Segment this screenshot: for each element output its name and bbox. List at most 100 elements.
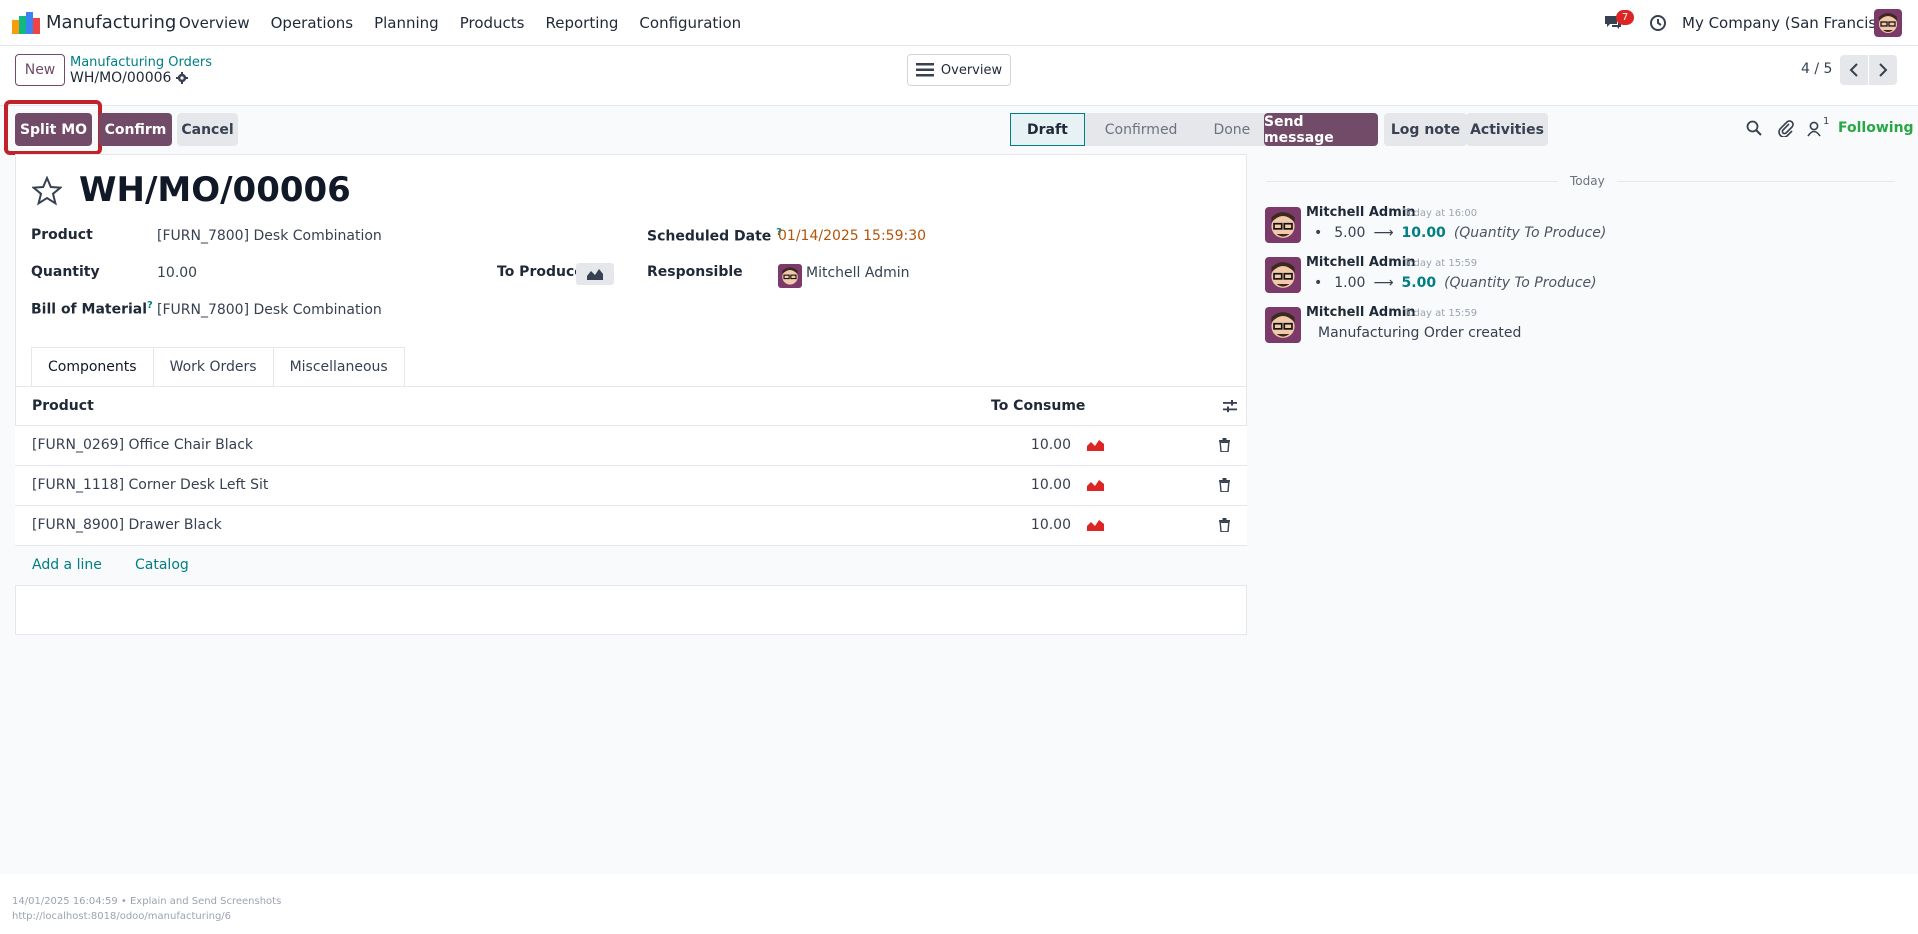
bullet: • bbox=[1314, 225, 1323, 241]
tab-work-orders[interactable]: Work Orders bbox=[152, 347, 274, 386]
gear-icon[interactable] bbox=[176, 72, 189, 84]
scheduled-date-label: Scheduled Date ? bbox=[647, 227, 782, 245]
footer: 14/01/2025 16:04:59 • Explain and Send S… bbox=[0, 874, 1918, 934]
activities-button[interactable]: Activities bbox=[1466, 113, 1548, 146]
avatar[interactable] bbox=[1265, 257, 1301, 293]
table-row[interactable]: [FURN_8900] Drawer Black 10.00 bbox=[15, 506, 1247, 546]
clock-icon[interactable] bbox=[1649, 14, 1667, 32]
component-qty[interactable]: 10.00 bbox=[1023, 517, 1071, 533]
column-to-consume[interactable]: To Consume bbox=[991, 398, 1085, 414]
component-qty[interactable]: 10.00 bbox=[1023, 477, 1071, 493]
hamburger-icon bbox=[915, 63, 934, 77]
tracked-field: (Quantity To Produce) bbox=[1453, 225, 1607, 241]
overview-label: Overview bbox=[940, 62, 1003, 78]
avatar[interactable] bbox=[1265, 207, 1301, 243]
menu-configuration[interactable]: Configuration bbox=[639, 14, 741, 32]
catalog-link[interactable]: Catalog bbox=[135, 557, 189, 573]
avatar[interactable] bbox=[1265, 307, 1301, 343]
message-author[interactable]: Mitchell Admin bbox=[1306, 205, 1415, 220]
component-qty[interactable]: 10.00 bbox=[1023, 437, 1071, 453]
user-avatar[interactable] bbox=[1874, 9, 1902, 37]
tab-miscellaneous[interactable]: Miscellaneous bbox=[272, 347, 405, 386]
tab-components[interactable]: Components bbox=[31, 347, 154, 386]
trash-icon[interactable] bbox=[1218, 518, 1231, 532]
breadcrumb-manufacturing-orders[interactable]: Manufacturing Orders bbox=[70, 55, 212, 70]
forecast-chart-icon[interactable] bbox=[1087, 439, 1104, 451]
menu-planning[interactable]: Planning bbox=[374, 14, 439, 32]
bom-value[interactable]: [FURN_7800] Desk Combination bbox=[157, 302, 382, 318]
control-panel: New Manufacturing Orders WH/MO/00006 Ove… bbox=[0, 46, 1918, 106]
stage-done[interactable]: Done bbox=[1193, 113, 1267, 146]
column-product[interactable]: Product bbox=[32, 398, 94, 414]
to-produce-label: To Produce bbox=[497, 264, 584, 280]
pager-next-button[interactable] bbox=[1869, 55, 1897, 85]
pager-previous-button[interactable] bbox=[1840, 55, 1868, 85]
new-value: 10.00 bbox=[1401, 225, 1446, 241]
stage-draft[interactable]: Draft bbox=[1010, 113, 1085, 146]
help-icon[interactable]: ? bbox=[147, 300, 153, 311]
top-navbar: Manufacturing Overview Operations Planni… bbox=[0, 0, 1918, 46]
trash-icon[interactable] bbox=[1218, 478, 1231, 492]
pager-value[interactable]: 4 / 5 bbox=[1801, 61, 1832, 77]
component-product[interactable]: [FURN_1118] Corner Desk Left Sit bbox=[32, 477, 268, 493]
message-time: Today at 15:59 bbox=[1403, 258, 1478, 269]
forecast-chart-icon[interactable] bbox=[1087, 479, 1104, 491]
forecast-chart-icon[interactable] bbox=[1087, 519, 1104, 531]
message-time: Today at 15:59 bbox=[1403, 308, 1478, 319]
message-author[interactable]: Mitchell Admin bbox=[1306, 255, 1415, 270]
notification-badge: 7 bbox=[1616, 10, 1634, 25]
forecast-chart-button[interactable] bbox=[576, 263, 614, 285]
old-value: 1.00 bbox=[1334, 275, 1366, 291]
quantity-label: Quantity bbox=[31, 264, 100, 280]
search-icon[interactable] bbox=[1746, 120, 1762, 136]
menu-products[interactable]: Products bbox=[460, 14, 525, 32]
paperclip-icon[interactable] bbox=[1778, 119, 1794, 137]
trash-icon[interactable] bbox=[1218, 438, 1231, 452]
component-product[interactable]: [FURN_0269] Office Chair Black bbox=[32, 437, 253, 453]
menu-overview[interactable]: Overview bbox=[179, 14, 250, 32]
bullet: • bbox=[1314, 275, 1323, 291]
breadcrumb-current: WH/MO/00006 bbox=[70, 70, 189, 86]
table-row[interactable]: [FURN_1118] Corner Desk Left Sit 10.00 bbox=[15, 466, 1247, 506]
company-switcher[interactable]: My Company (San Francisco) bbox=[1682, 14, 1899, 32]
message-body: Manufacturing Order created bbox=[1318, 325, 1522, 341]
table-header: Product To Consume bbox=[15, 387, 1247, 426]
menu-reporting[interactable]: Reporting bbox=[546, 14, 619, 32]
responsible-value[interactable]: Mitchell Admin bbox=[806, 265, 910, 281]
add-line-row: Add a line Catalog bbox=[15, 546, 1247, 586]
quantity-value[interactable]: 10.00 bbox=[157, 265, 197, 281]
product-value[interactable]: [FURN_7800] Desk Combination bbox=[157, 228, 382, 244]
bom-label: Bill of Material? bbox=[31, 300, 153, 318]
main-menu: Overview Operations Planning Products Re… bbox=[179, 0, 762, 46]
area-chart-icon bbox=[587, 269, 603, 280]
cancel-button[interactable]: Cancel bbox=[177, 113, 238, 146]
tracking-change: • 1.00 ⟶ 5.00 (Quantity To Produce) bbox=[1314, 275, 1597, 291]
following-button[interactable]: Following bbox=[1838, 120, 1914, 136]
follower-icon[interactable] bbox=[1807, 121, 1821, 137]
message-author[interactable]: Mitchell Admin bbox=[1306, 305, 1415, 320]
menu-operations[interactable]: Operations bbox=[271, 14, 353, 32]
add-line-link[interactable]: Add a line bbox=[32, 557, 102, 573]
send-message-button[interactable]: Send message bbox=[1264, 113, 1378, 146]
arrow-icon: ⟶ bbox=[1373, 225, 1394, 241]
old-value: 5.00 bbox=[1334, 225, 1366, 241]
new-value: 5.00 bbox=[1401, 275, 1437, 291]
app-name[interactable]: Manufacturing bbox=[46, 12, 176, 33]
tracked-field: (Quantity To Produce) bbox=[1444, 275, 1597, 291]
table-row[interactable]: [FURN_0269] Office Chair Black 10.00 bbox=[15, 426, 1247, 466]
message-time: Today at 16:00 bbox=[1403, 208, 1478, 219]
stage-confirmed[interactable]: Confirmed bbox=[1084, 113, 1194, 146]
responsible-avatar bbox=[778, 264, 802, 288]
confirm-button[interactable]: Confirm bbox=[99, 113, 172, 146]
date-separator: Today bbox=[1558, 174, 1617, 188]
new-button[interactable]: New bbox=[15, 54, 65, 86]
breadcrumb-current-label: WH/MO/00006 bbox=[70, 70, 172, 86]
scheduled-date-value[interactable]: 01/14/2025 15:59:30 bbox=[778, 228, 926, 244]
overview-button[interactable]: Overview bbox=[907, 54, 1011, 86]
star-icon[interactable] bbox=[32, 176, 62, 206]
manufacturing-app-icon[interactable] bbox=[12, 12, 40, 34]
component-product[interactable]: [FURN_8900] Drawer Black bbox=[32, 517, 222, 533]
log-note-button[interactable]: Log note bbox=[1384, 113, 1467, 146]
column-settings-icon[interactable] bbox=[1223, 399, 1237, 413]
highlight-box bbox=[4, 100, 102, 155]
